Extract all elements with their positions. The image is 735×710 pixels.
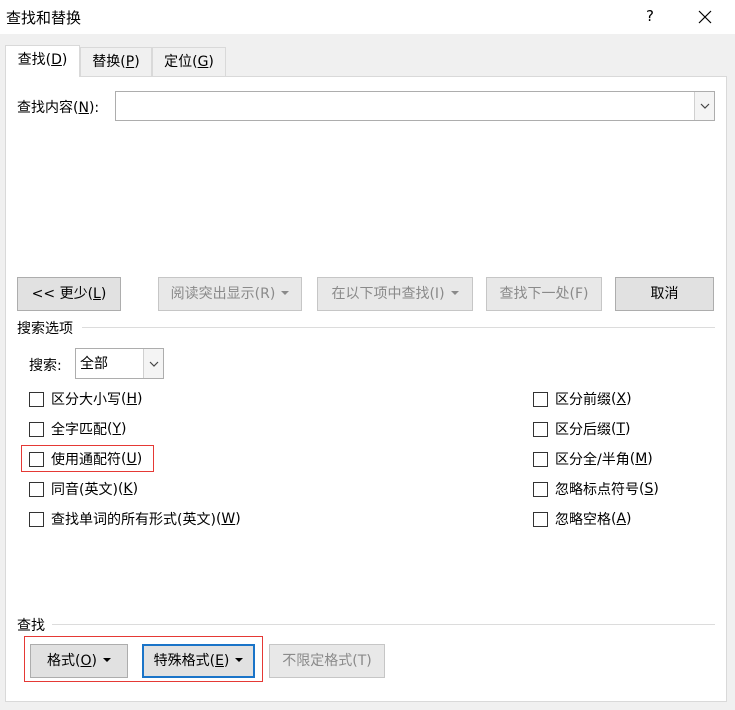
find-section-title: 查找: [17, 618, 45, 634]
title-bar: 查找和替换 ?: [0, 0, 735, 34]
less-key: L: [93, 286, 101, 302]
find-next-button[interactable]: 查找下一处(F): [486, 277, 602, 311]
tab-replace-key: P: [125, 54, 135, 70]
find-what-key: N: [78, 100, 89, 116]
caret-down-icon: [450, 291, 459, 295]
find-what-input[interactable]: [115, 91, 715, 121]
match-case-label: 区分大小写: [51, 392, 121, 408]
checkbox-box[interactable]: [533, 481, 548, 497]
checkbox-box[interactable]: [29, 511, 44, 527]
word-forms-label: 查找单词的所有形式(英文): [51, 512, 216, 528]
caret-down-icon: [235, 658, 244, 662]
help-button[interactable]: ?: [638, 5, 662, 29]
tab-find[interactable]: 查找(D): [5, 45, 80, 77]
ignore-punctuation-label: 忽略标点符号: [555, 482, 639, 498]
whole-word-label: 全字匹配: [51, 422, 107, 438]
no-formatting-button[interactable]: 不限定格式(T): [269, 644, 385, 678]
tab-goto-label: 定位: [164, 54, 193, 70]
cancel-button[interactable]: 取消: [615, 277, 714, 311]
search-scope-dropdown[interactable]: [143, 349, 163, 378]
match-width-label: 区分全/半角: [555, 452, 630, 468]
close-button[interactable]: [692, 5, 718, 29]
chevron-down-icon: [149, 361, 159, 367]
find-in-button[interactable]: 在以下项中查找(I): [317, 277, 473, 311]
tab-find-key: D: [51, 52, 62, 68]
find-next-key: F: [574, 286, 584, 302]
word-forms-checkbox[interactable]: 查找单词的所有形式(英文)(W): [29, 509, 241, 529]
checkbox-box[interactable]: [29, 481, 44, 497]
search-scope-value: 全部: [80, 356, 108, 372]
checkbox-box[interactable]: [533, 391, 548, 407]
find-what-label: 查找内容(N):: [17, 100, 100, 116]
ignore-space-key: A: [616, 511, 627, 527]
format-key: O: [80, 653, 92, 669]
match-suffix-label: 区分后缀: [555, 422, 611, 438]
checkbox-box[interactable]: [533, 421, 548, 437]
match-prefix-key: X: [616, 391, 627, 407]
no-formatting-label: 不限定格式: [282, 653, 353, 669]
ignore-space-checkbox[interactable]: 忽略空格(A): [533, 509, 632, 529]
sounds-like-checkbox[interactable]: 同音(英文)(K): [29, 479, 138, 499]
match-width-checkbox[interactable]: 区分全/半角(M): [533, 449, 653, 469]
whole-word-checkbox[interactable]: 全字匹配(Y): [29, 419, 127, 439]
checkbox-box[interactable]: [29, 421, 44, 437]
format-label: 格式: [47, 653, 76, 669]
search-scope-text: 搜索: [29, 358, 57, 374]
close-icon: [698, 10, 712, 24]
search-scope-select[interactable]: 全部: [75, 348, 164, 379]
match-prefix-label: 区分前缀: [555, 392, 611, 408]
less-button[interactable]: << 更少(L): [17, 277, 121, 311]
ignore-space-label: 忽略空格: [555, 512, 611, 528]
match-case-key: H: [126, 391, 137, 407]
find-what-text: 查找内容: [17, 100, 73, 116]
tab-goto-key: G: [197, 54, 209, 70]
sounds-like-key: K: [123, 481, 133, 497]
checkbox-box[interactable]: [533, 451, 548, 467]
find-in-key: I: [434, 286, 440, 302]
special-label: 特殊格式: [153, 653, 210, 669]
tab-replace[interactable]: 替换(P): [80, 47, 152, 76]
match-suffix-checkbox[interactable]: 区分后缀(T): [533, 419, 631, 439]
caret-down-icon: [102, 658, 111, 662]
search-options-divider: [82, 327, 715, 328]
special-button[interactable]: 特殊格式(E): [142, 644, 255, 678]
tab-goto[interactable]: 定位(G): [152, 47, 226, 76]
checkbox-box[interactable]: [29, 391, 44, 407]
match-width-key: M: [635, 451, 648, 467]
tab-find-label: 查找: [17, 52, 46, 68]
ignore-punctuation-checkbox[interactable]: 忽略标点符号(S): [533, 479, 659, 499]
find-next-label: 查找下一处: [499, 286, 570, 302]
window-title: 查找和替换: [6, 9, 82, 27]
match-prefix-checkbox[interactable]: 区分前缀(X): [533, 389, 632, 409]
chevron-down-icon: [700, 103, 710, 109]
special-key: E: [215, 653, 224, 669]
match-case-checkbox[interactable]: 区分大小写(H): [29, 389, 142, 409]
search-scope-label: 搜索:: [29, 358, 62, 374]
wildcards-highlight: [21, 445, 154, 472]
reading-highlight-button[interactable]: 阅读突出显示(R): [158, 277, 302, 311]
find-section-divider: [52, 624, 715, 625]
find-what-dropdown[interactable]: [694, 92, 714, 120]
search-options-title: 搜索选项: [17, 321, 73, 337]
format-button[interactable]: 格式(O): [30, 644, 128, 678]
checkbox-box[interactable]: [533, 511, 548, 527]
tab-replace-label: 替换: [92, 54, 121, 70]
reading-highlight-label: 阅读突出显示: [170, 286, 255, 302]
ignore-punctuation-key: S: [644, 481, 654, 497]
caret-down-icon: [281, 291, 290, 295]
match-suffix-key: T: [616, 421, 626, 437]
sounds-like-label: 同音(英文): [51, 482, 118, 498]
less-label: << 更少: [31, 286, 88, 302]
word-forms-key: W: [221, 511, 236, 527]
no-formatting-key: T: [357, 653, 367, 669]
reading-highlight-key: R: [260, 286, 270, 302]
whole-word-key: Y: [112, 421, 122, 437]
find-in-label: 在以下项中查找: [331, 286, 430, 302]
